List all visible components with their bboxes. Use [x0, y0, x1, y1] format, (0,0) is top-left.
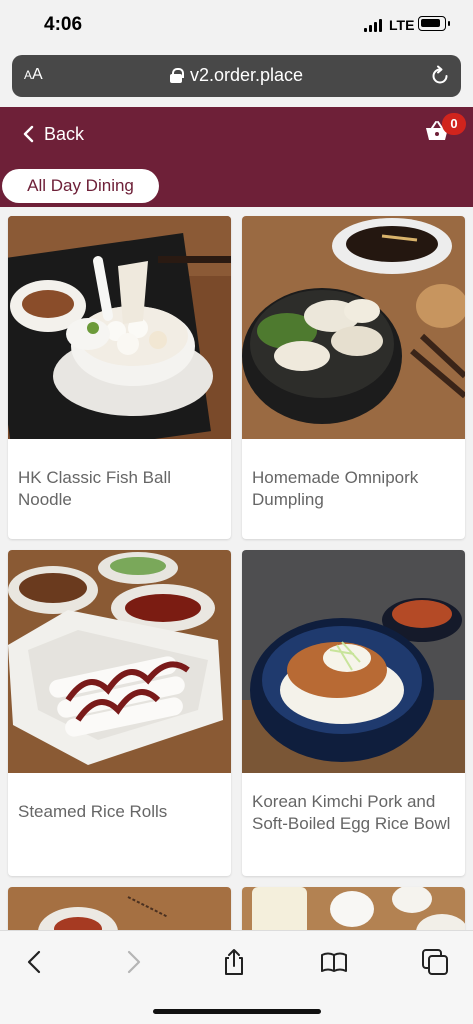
menu-item-card[interactable]: Steamed Rice Rolls	[8, 550, 231, 876]
home-indicator	[153, 1009, 321, 1014]
menu-item-card[interactable]: Korean Kimchi Pork and Soft-Boiled Egg R…	[242, 550, 465, 876]
network-type: LTE	[389, 17, 415, 33]
chevron-left-icon	[23, 125, 34, 143]
status-time: 4:06	[44, 14, 83, 35]
status-bar: 4:06 LTE	[0, 0, 473, 50]
menu-item-card[interactable]: HK Classic Fish Ball Noodle	[8, 216, 231, 539]
back-label: Back	[44, 123, 85, 144]
menu-item-name: Homemade Omnipork Dumpling	[252, 468, 419, 509]
url-text: v2.order.place	[189, 65, 304, 85]
lock-icon	[169, 68, 184, 83]
kimchi-pork-rice-bowl-photo	[242, 550, 465, 773]
fish-ball-noodle-photo	[8, 216, 231, 439]
forward-arrow-icon[interactable]	[118, 947, 148, 977]
menu-item-card[interactable]	[8, 887, 231, 930]
tabs-icon[interactable]	[420, 947, 450, 977]
back-button[interactable]: Back	[20, 121, 84, 147]
menu-grid: HK Classic Fish Ball Noodle Homemade Omn…	[0, 207, 473, 930]
menu-item-card[interactable]: Homemade Omnipork Dumpling	[242, 216, 465, 539]
menu-item-name: Korean Kimchi Pork and Soft-Boiled Egg R…	[252, 792, 451, 833]
tab-all-day-dining[interactable]: All Day Dining	[2, 169, 159, 203]
battery-icon	[418, 16, 450, 31]
cellular-signal-icon	[364, 18, 384, 32]
bookmarks-icon[interactable]	[319, 947, 349, 977]
share-icon[interactable]	[219, 947, 249, 977]
app-header: Back All Day Dining	[0, 107, 473, 207]
menu-item-name: HK Classic Fish Ball Noodle	[18, 468, 172, 509]
cart-count-badge: 0	[442, 113, 466, 135]
menu-item-photo	[8, 887, 231, 930]
back-arrow-icon[interactable]	[20, 947, 50, 977]
menu-item-card[interactable]	[242, 887, 465, 930]
reload-icon[interactable]	[429, 65, 451, 87]
steamed-rice-rolls-photo	[8, 550, 231, 773]
url-display[interactable]: v2.order.place	[12, 65, 461, 86]
menu-item-name: Steamed Rice Rolls	[18, 802, 168, 821]
address-bar[interactable]: AA v2.order.place	[12, 55, 461, 97]
omnipork-dumpling-photo	[242, 216, 465, 439]
menu-item-photo	[242, 887, 465, 930]
